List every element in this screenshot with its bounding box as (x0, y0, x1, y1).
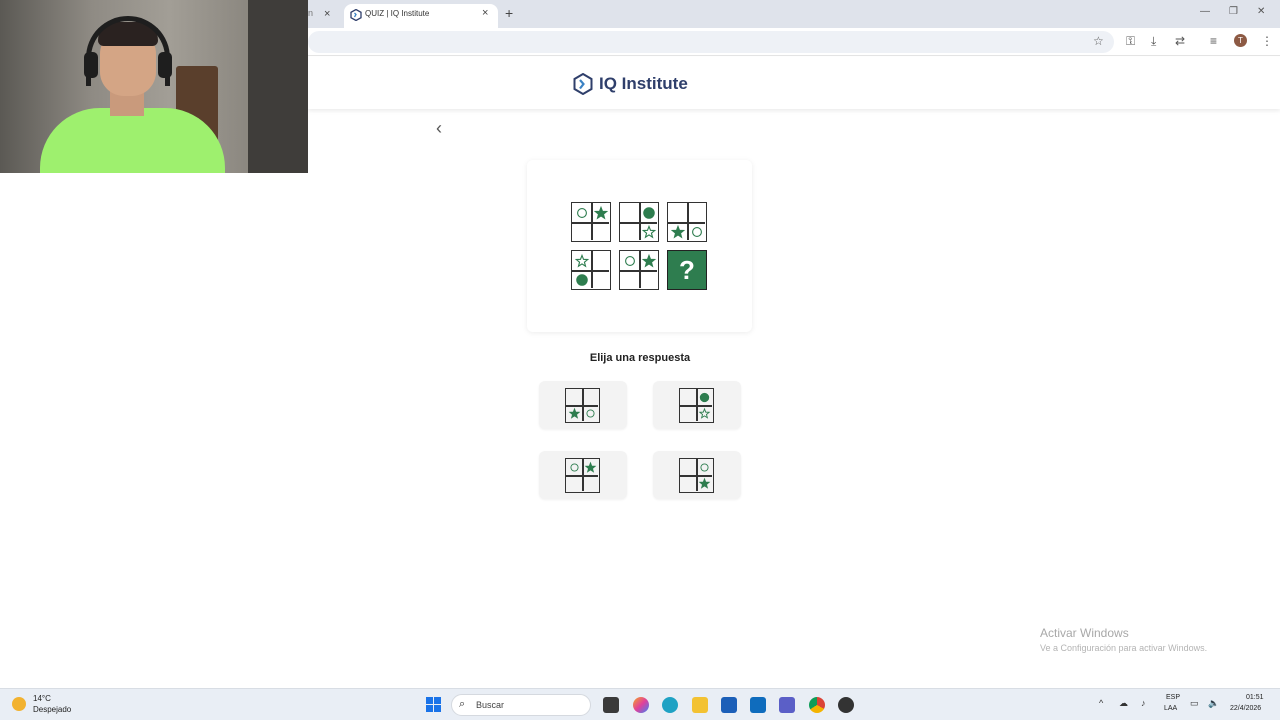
circle-outline-symbol (699, 462, 709, 472)
star-filled-symbol (641, 253, 656, 268)
keyboard-layout-indicator[interactable]: LAA (1164, 705, 1177, 712)
puzzle-cell-3 (667, 202, 707, 242)
puzzle-cell-1 (571, 202, 611, 242)
profile-avatar[interactable]: T (1234, 34, 1247, 47)
onedrive-cloud-icon[interactable]: ☁ (1119, 698, 1128, 709)
previous-tab-title: n (308, 8, 314, 18)
circle-filled-symbol (575, 273, 588, 286)
star-filled-symbol (593, 205, 608, 220)
star-filled-symbol (584, 461, 596, 473)
copilot-icon[interactable] (633, 697, 649, 713)
language-indicator[interactable]: ESP (1166, 694, 1180, 701)
search-icon: ⌕ (459, 698, 466, 710)
answer-option-2[interactable] (653, 381, 741, 429)
outlook-icon[interactable] (750, 697, 766, 713)
address-bar[interactable] (308, 31, 1114, 53)
active-tab[interactable]: QUIZ | IQ Institute × (344, 4, 498, 28)
activate-windows-subtitle: Ve a Configuración para activar Windows. (1040, 643, 1208, 653)
answer-option-2-cell (679, 388, 714, 423)
answer-prompt: Elija una respuesta (589, 352, 691, 364)
back-arrow-icon[interactable]: ‹ (436, 118, 442, 139)
weather-moon-icon[interactable] (12, 697, 26, 711)
restore-icon[interactable]: ❐ (1229, 6, 1238, 17)
taskbar-search-placeholder: Buscar (476, 700, 505, 710)
clock-date[interactable]: 22/4/2026 (1230, 705, 1261, 712)
previous-tab[interactable]: n × (308, 0, 344, 28)
media-control-icon[interactable]: ≡ (1210, 34, 1217, 48)
close-window-icon[interactable]: ✕ (1257, 6, 1265, 17)
answer-option-1-cell (565, 388, 600, 423)
circle-filled-symbol (642, 206, 655, 219)
star-outline-symbol (574, 253, 589, 268)
star-filled-symbol (670, 224, 685, 239)
answer-option-4-cell (679, 458, 714, 493)
iq-institute-favicon-icon (350, 9, 362, 21)
answer-option-1[interactable] (539, 381, 627, 429)
new-tab-icon[interactable]: + (505, 5, 513, 21)
puzzle-card: ? (527, 160, 752, 332)
circle-filled-symbol (699, 392, 709, 402)
file-explorer-icon[interactable] (692, 697, 708, 713)
puzzle-cell-2 (619, 202, 659, 242)
star-filled-symbol (568, 407, 580, 419)
answer-option-3-cell (565, 458, 600, 493)
active-tab-title: QUIZ | IQ Institute (365, 9, 430, 18)
windows-start-icon[interactable] (426, 697, 441, 712)
site-header: IQ Institute (308, 57, 1280, 109)
brand-name: IQ Institute (599, 74, 688, 93)
previous-tab-close-icon[interactable]: × (324, 8, 330, 20)
circle-outline-symbol (569, 462, 579, 472)
windows-taskbar: 14°C Despejado ⌕ Buscar ^ ☁ ♪ ESP LAA ▭ … (0, 688, 1280, 720)
browser-menu-icon[interactable]: ⋮ (1261, 34, 1273, 48)
download-icon[interactable]: ⤓ (1151, 34, 1156, 49)
chrome-icon[interactable] (809, 697, 825, 713)
weather-temperature[interactable]: 14°C (33, 694, 51, 703)
circle-outline-symbol (576, 207, 587, 218)
volume-icon[interactable]: 🔈 (1208, 698, 1219, 709)
answer-option-4[interactable] (653, 451, 741, 499)
minimize-icon[interactable]: — (1200, 6, 1210, 17)
weather-description[interactable]: Despejado (33, 705, 71, 714)
show-hidden-icons-chevron-icon[interactable]: ^ (1099, 698, 1103, 708)
webcam-overlay (0, 0, 308, 173)
star-filled-symbol (698, 477, 710, 489)
star-outline-symbol (698, 407, 710, 419)
star-outline-symbol (641, 224, 656, 239)
password-key-icon[interactable]: ⚿ (1126, 34, 1135, 49)
store-icon[interactable] (721, 697, 737, 713)
circle-outline-symbol (691, 226, 702, 237)
missing-cell-question-mark: ? (667, 250, 707, 290)
edge-icon[interactable] (662, 697, 678, 713)
answer-option-3[interactable] (539, 451, 627, 499)
teams-icon[interactable] (779, 697, 795, 713)
puzzle-cell-4 (571, 250, 611, 290)
obs-icon[interactable] (838, 697, 854, 713)
clock-time[interactable]: 01:51 (1246, 694, 1264, 701)
network-icon[interactable]: ▭ (1190, 698, 1199, 709)
iq-logo-icon (573, 73, 593, 95)
brand-logo-link[interactable]: IQ Institute (573, 72, 688, 96)
task-view-icon[interactable] (603, 697, 619, 713)
activate-windows-title: Activar Windows (1040, 626, 1129, 640)
bookmark-star-icon[interactable]: ☆ (1093, 34, 1104, 48)
active-tab-close-icon[interactable]: × (482, 7, 488, 19)
puzzle-cell-5 (619, 250, 659, 290)
circle-outline-symbol (624, 255, 635, 266)
taskbar-search[interactable]: ⌕ Buscar (451, 694, 591, 716)
circle-outline-symbol (585, 408, 595, 418)
translate-icon[interactable]: ⇄ (1175, 34, 1185, 48)
microphone-icon[interactable]: ♪ (1141, 698, 1146, 708)
